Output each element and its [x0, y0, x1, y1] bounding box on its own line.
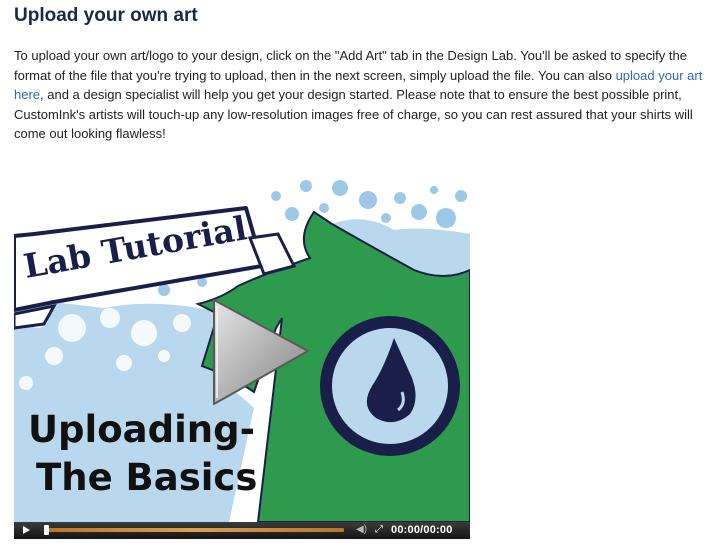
progress-bar[interactable] [44, 525, 344, 535]
video-player[interactable]: Lab Tutorial Uploading- The Basics ◀) ⤢ … [14, 178, 470, 539]
volume-icon[interactable]: ◀) [356, 524, 367, 536]
intro-text-before-link: To upload your own art/logo to your desi… [14, 48, 687, 83]
progress-handle[interactable] [44, 525, 49, 535]
caption-line-2: The Basics [36, 456, 257, 499]
video-thumbnail[interactable]: Lab Tutorial Uploading- The Basics [14, 178, 470, 522]
intro-text-after-link: , and a design specialist will help you … [14, 87, 693, 142]
caption-line-1: Uploading- [28, 408, 255, 451]
fullscreen-icon[interactable]: ⤢ [375, 524, 383, 536]
page-title: Upload your own art [14, 5, 198, 26]
play-icon[interactable] [23, 526, 30, 534]
intro-paragraph: To upload your own art/logo to your desi… [14, 46, 709, 144]
time-display: 00:00/00:00 [391, 524, 453, 536]
video-controls: ◀) ⤢ 00:00/00:00 [14, 522, 470, 539]
